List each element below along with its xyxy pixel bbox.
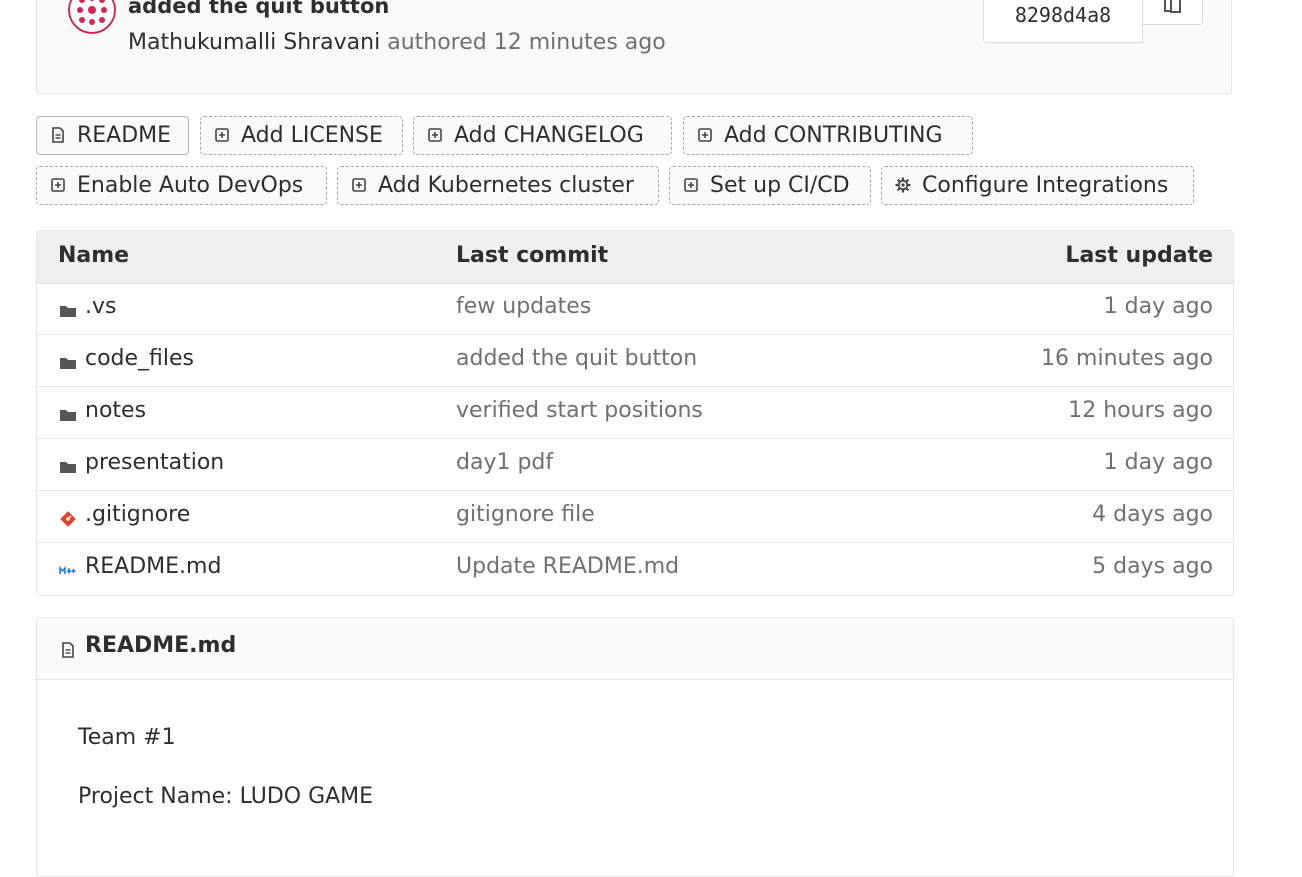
readme-panel: README.md Team #1 Project Name: LUDO GAM… xyxy=(36,617,1234,877)
header-last-update: Last update xyxy=(1065,243,1213,268)
configure-integrations-label: Configure Integrations xyxy=(922,173,1169,198)
file-icon xyxy=(62,642,74,658)
plus-square-icon xyxy=(352,178,366,192)
add-contributing-label: Add CONTRIBUTING xyxy=(724,123,943,148)
folder-icon xyxy=(60,306,76,317)
configure-integrations-button[interactable]: Configure Integrations xyxy=(881,166,1194,205)
plus-square-icon xyxy=(428,128,442,142)
commit-message[interactable]: day1 pdf xyxy=(456,450,553,475)
add-license-button[interactable]: Add LICENSE xyxy=(200,116,403,155)
table-row[interactable]: notes verified start positions 12 hours … xyxy=(37,387,1233,439)
plus-square-icon xyxy=(215,128,229,142)
copy-sha-button[interactable] xyxy=(1143,0,1203,25)
add-kubernetes-cluster-label: Add Kubernetes cluster xyxy=(378,173,634,198)
header-last-commit: Last commit xyxy=(456,243,609,268)
readme-button-label: README xyxy=(77,123,172,148)
commit-message[interactable]: added the quit button xyxy=(456,346,697,371)
gear-icon xyxy=(895,177,911,193)
readme-line: Team #1 xyxy=(78,725,176,750)
last-update: 16 minutes ago xyxy=(1041,346,1213,371)
add-changelog-button[interactable]: Add CHANGELOG xyxy=(413,116,672,155)
file-name[interactable]: README.md xyxy=(85,554,221,579)
commit-message[interactable]: gitignore file xyxy=(456,502,595,527)
git-icon xyxy=(60,511,76,527)
file-icon xyxy=(52,127,64,143)
file-name[interactable]: notes xyxy=(85,398,146,423)
file-name[interactable]: .gitignore xyxy=(85,502,190,527)
last-update: 1 day ago xyxy=(1103,450,1213,475)
add-license-label: Add LICENSE xyxy=(241,123,383,148)
folder-icon xyxy=(60,462,76,473)
commit-message[interactable]: Update README.md xyxy=(456,554,679,579)
commit-message[interactable]: verified start positions xyxy=(456,398,703,423)
copy-icon xyxy=(1164,0,1181,13)
header-name: Name xyxy=(58,243,130,268)
enable-auto-devops-button[interactable]: Enable Auto DevOps xyxy=(36,166,327,205)
add-changelog-label: Add CHANGELOG xyxy=(454,123,644,148)
readme-header: README.md xyxy=(37,618,1233,680)
commit-title[interactable]: added the quit button xyxy=(128,0,389,18)
add-contributing-button[interactable]: Add CONTRIBUTING xyxy=(683,116,973,155)
table-row[interactable]: code_files added the quit button 16 minu… xyxy=(37,335,1233,387)
table-row[interactable]: presentation day1 pdf 1 day ago xyxy=(37,439,1233,491)
readme-button[interactable]: README xyxy=(36,116,189,155)
plus-square-icon xyxy=(698,128,712,142)
enable-auto-devops-label: Enable Auto DevOps xyxy=(77,173,304,198)
commit-message[interactable]: few updates xyxy=(456,294,591,319)
folder-icon xyxy=(60,358,76,369)
set-up-ci-cd-button[interactable]: Set up CI/CD xyxy=(669,166,871,205)
markdown-icon xyxy=(59,565,76,574)
plus-square-icon xyxy=(51,178,65,192)
table-row[interactable]: .gitignore gitignore file 4 days ago xyxy=(37,491,1233,543)
last-update: 12 hours ago xyxy=(1068,398,1213,423)
last-update: 5 days ago xyxy=(1092,554,1213,579)
add-kubernetes-cluster-button[interactable]: Add Kubernetes cluster xyxy=(337,166,659,205)
last-update: 4 days ago xyxy=(1092,502,1213,527)
readme-line: Project Name: LUDO GAME xyxy=(78,784,374,809)
commit-author[interactable]: Mathukumalli Shravani xyxy=(128,30,380,55)
authored-label: authored xyxy=(387,30,487,55)
file-name[interactable]: code_files xyxy=(85,346,194,371)
folder-icon xyxy=(60,410,76,421)
set-up-ci-cd-label: Set up CI/CD xyxy=(710,173,850,198)
plus-square-icon xyxy=(684,178,698,192)
file-name[interactable]: presentation xyxy=(85,450,224,475)
commit-time: 12 minutes ago xyxy=(493,30,666,55)
readme-title[interactable]: README.md xyxy=(85,633,236,658)
file-name[interactable]: .vs xyxy=(85,294,116,319)
commit-sha[interactable]: 8298d4a8 xyxy=(983,0,1143,43)
table-row[interactable]: .vs few updates 1 day ago xyxy=(37,283,1233,335)
file-tree-table: Name Last commit Last update .vs few upd… xyxy=(36,230,1234,596)
table-row[interactable]: README.md Update README.md 5 days ago xyxy=(37,543,1233,595)
last-update: 1 day ago xyxy=(1103,294,1213,319)
table-header: Name Last commit Last update xyxy=(37,231,1233,284)
commit-meta: Mathukumalli Shravani authored 12 minute… xyxy=(128,30,666,55)
